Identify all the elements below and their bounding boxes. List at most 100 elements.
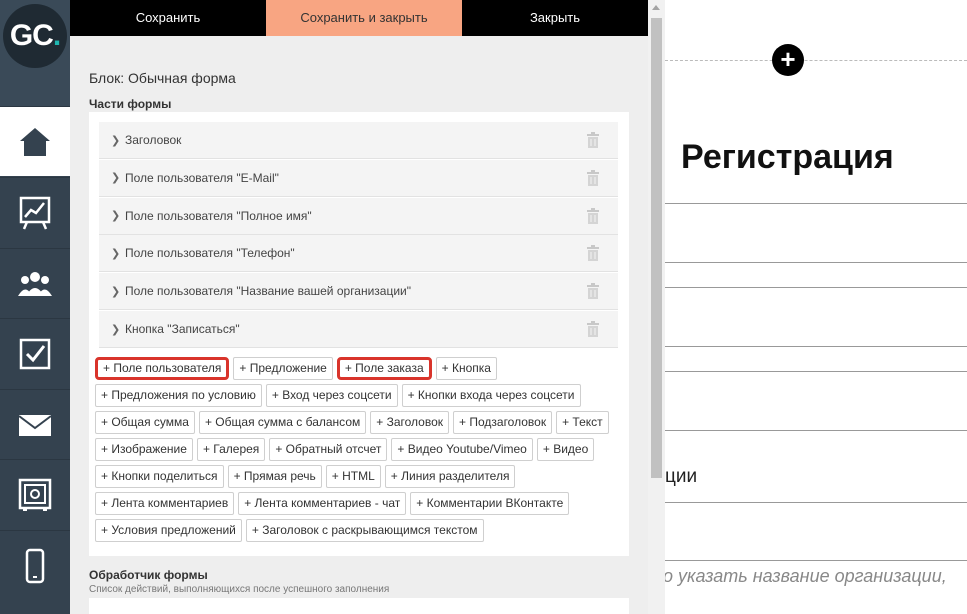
trash-icon[interactable] (586, 169, 600, 186)
preview-field-line (665, 430, 967, 431)
add-part-button[interactable]: + Заголовок (370, 411, 450, 434)
add-part-button[interactable]: + Кнопки входа через соцсети (401, 384, 581, 407)
add-part-button[interactable]: + Вход через соцсети (265, 384, 398, 407)
add-part-button[interactable]: + Прямая речь (227, 465, 322, 488)
sidebar-item-users[interactable] (0, 248, 70, 318)
preview-field-line (665, 560, 967, 561)
form-parts-title: Части формы (89, 97, 172, 111)
form-handler-title: Обработчик формы (89, 568, 208, 582)
form-part-row[interactable]: ❯ Поле пользователя "Полное имя" (99, 197, 618, 235)
form-part-row[interactable]: ❯ Поле пользователя "E-Mail" (99, 159, 618, 197)
add-part-button[interactable]: + Линия разделителя (384, 465, 516, 488)
logo-area: GC. (0, 0, 70, 106)
add-part-button[interactable]: + Кнопка (435, 357, 497, 380)
add-buttons-row: + Условия предложений + Заголовок с раскр… (95, 519, 625, 542)
add-part-button[interactable]: + Видео Youtube/Vimeo (391, 438, 533, 461)
add-block-plus-icon[interactable]: + (772, 44, 804, 76)
logo-text: GC (9, 19, 54, 52)
sidebar-item-mobile[interactable] (0, 530, 70, 600)
chevron-right-icon[interactable]: ❯ (111, 285, 125, 298)
preview-field-line (665, 203, 967, 204)
add-part-button[interactable]: + Комментарии ВКонтакте (410, 492, 570, 515)
add-part-button[interactable]: + HTML (325, 465, 381, 488)
trash-icon[interactable] (586, 132, 600, 148)
add-part-button[interactable]: + Текст (556, 411, 609, 434)
add-part-button[interactable]: + Подзаголовок (453, 411, 553, 434)
add-part-button[interactable]: + Обратный отсчет (269, 438, 388, 461)
block-divider (665, 60, 967, 61)
sidebar-item-tasks[interactable] (0, 318, 70, 388)
preview-field-line (665, 262, 967, 263)
save-and-close-button[interactable]: Сохранить и закрыть (266, 0, 462, 36)
add-part-button[interactable]: + Изображение (95, 438, 193, 461)
add-part-button[interactable]: + Общая сумма с балансом (198, 411, 367, 434)
close-button[interactable]: Закрыть (462, 0, 648, 36)
add-part-button[interactable]: + Поле заказа (336, 357, 432, 380)
editor-toolbar: Сохранить Сохранить и закрыть Закрыть (70, 0, 648, 36)
add-part-button[interactable]: + Условия предложений (95, 519, 242, 542)
page-preview: + Регистрация ции о указать название орг… (665, 0, 967, 614)
form-part-label: Поле пользователя "Название вашей органи… (125, 284, 412, 299)
form-part-label: Заголовок (125, 133, 182, 147)
add-part-button[interactable]: + Общая сумма (95, 411, 195, 434)
chevron-right-icon[interactable]: ❯ (111, 323, 125, 336)
preview-field-line (665, 287, 967, 288)
checkbox-icon (19, 338, 51, 369)
editor-scrollbar[interactable] (648, 0, 665, 614)
add-part-button[interactable]: + Лента комментариев (95, 492, 235, 515)
block-title: Блок: Обычная форма (89, 70, 236, 86)
add-part-button[interactable]: + Заголовок с раскрывающимся текстом (245, 519, 484, 542)
form-part-row[interactable]: ❯ Поле пользователя "Название вашей орган… (99, 273, 618, 311)
form-handler-description: Список действий, выполняющихся после усп… (89, 584, 390, 595)
sidebar-item-statistics[interactable] (0, 177, 70, 247)
sidebar-item-mail[interactable] (0, 389, 70, 459)
scroll-thumb[interactable] (651, 18, 662, 478)
users-icon (18, 271, 52, 296)
chevron-right-icon[interactable]: ❯ (111, 209, 125, 222)
form-part-row[interactable]: ❯ Кнопка "Записаться" (99, 311, 618, 348)
form-handler-box (89, 598, 629, 614)
safe-icon (18, 478, 52, 511)
save-button[interactable]: Сохранить (70, 0, 266, 36)
form-part-row[interactable]: ❯ Поле пользователя "Телефон" (99, 235, 618, 273)
scroll-up-arrow-icon[interactable] (652, 5, 660, 10)
sidebar-item-safe[interactable] (0, 459, 70, 529)
add-part-button[interactable]: + Предложения по условию (95, 384, 262, 407)
add-part-button[interactable]: + Поле пользователя (95, 357, 230, 380)
add-buttons-row: + Поле пользователя + Предложение + Поле з… (95, 357, 625, 380)
preview-field-label: ции (665, 466, 698, 487)
preview-title: Регистрация (681, 138, 894, 176)
form-part-label: Поле пользователя "Телефон" (125, 246, 295, 261)
trash-icon[interactable] (586, 245, 600, 262)
trash-icon[interactable] (586, 283, 600, 300)
trash-icon[interactable] (586, 321, 600, 337)
block-editor-panel: Сохранить Сохранить и закрыть Закрыть Бл… (70, 0, 648, 614)
add-buttons-row: + Лента комментариев + Лента комментариев… (95, 492, 625, 515)
form-part-label: Поле пользователя "Полное имя" (125, 208, 312, 223)
preview-hint-text: о указать название организации, (665, 566, 947, 586)
add-part-button[interactable]: + Предложение (233, 357, 333, 380)
add-part-button[interactable]: + Кнопки поделиться (95, 465, 224, 488)
form-parts-box: ❯ Заголовок ❯ Поле пользователя "E-Mail" ❯ По… (89, 112, 629, 556)
sidebar-item-home[interactable] (0, 106, 70, 176)
add-buttons-row: + Кнопки поделиться + Прямая речь + HTML + … (95, 465, 625, 488)
add-part-button[interactable]: + Видео (536, 438, 595, 461)
chevron-right-icon[interactable]: ❯ (111, 171, 125, 184)
home-icon (20, 127, 50, 156)
add-buttons-row: + Предложения по условию + Вход через соц… (95, 384, 625, 407)
add-buttons-row: + Изображение + Галерея + Обратный отсчет +… (95, 438, 625, 461)
logo-dot: . (52, 19, 61, 52)
app-sidebar: GC. (0, 0, 70, 614)
add-part-button[interactable]: + Галерея (196, 438, 266, 461)
add-part-button[interactable]: + Лента комментариев - чат (238, 492, 407, 515)
add-part-buttons: + Поле пользователя + Предложение + Поле з… (95, 357, 625, 546)
trash-icon[interactable] (586, 207, 600, 224)
preview-field-line (665, 502, 967, 503)
chevron-right-icon[interactable]: ❯ (111, 134, 125, 147)
preview-field-line (665, 371, 967, 372)
app-logo[interactable]: GC. (3, 4, 67, 68)
chevron-right-icon[interactable]: ❯ (111, 247, 125, 260)
form-part-label: Поле пользователя "E-Mail" (125, 170, 279, 185)
chart-icon (19, 196, 51, 229)
form-part-row[interactable]: ❯ Заголовок (99, 122, 618, 159)
